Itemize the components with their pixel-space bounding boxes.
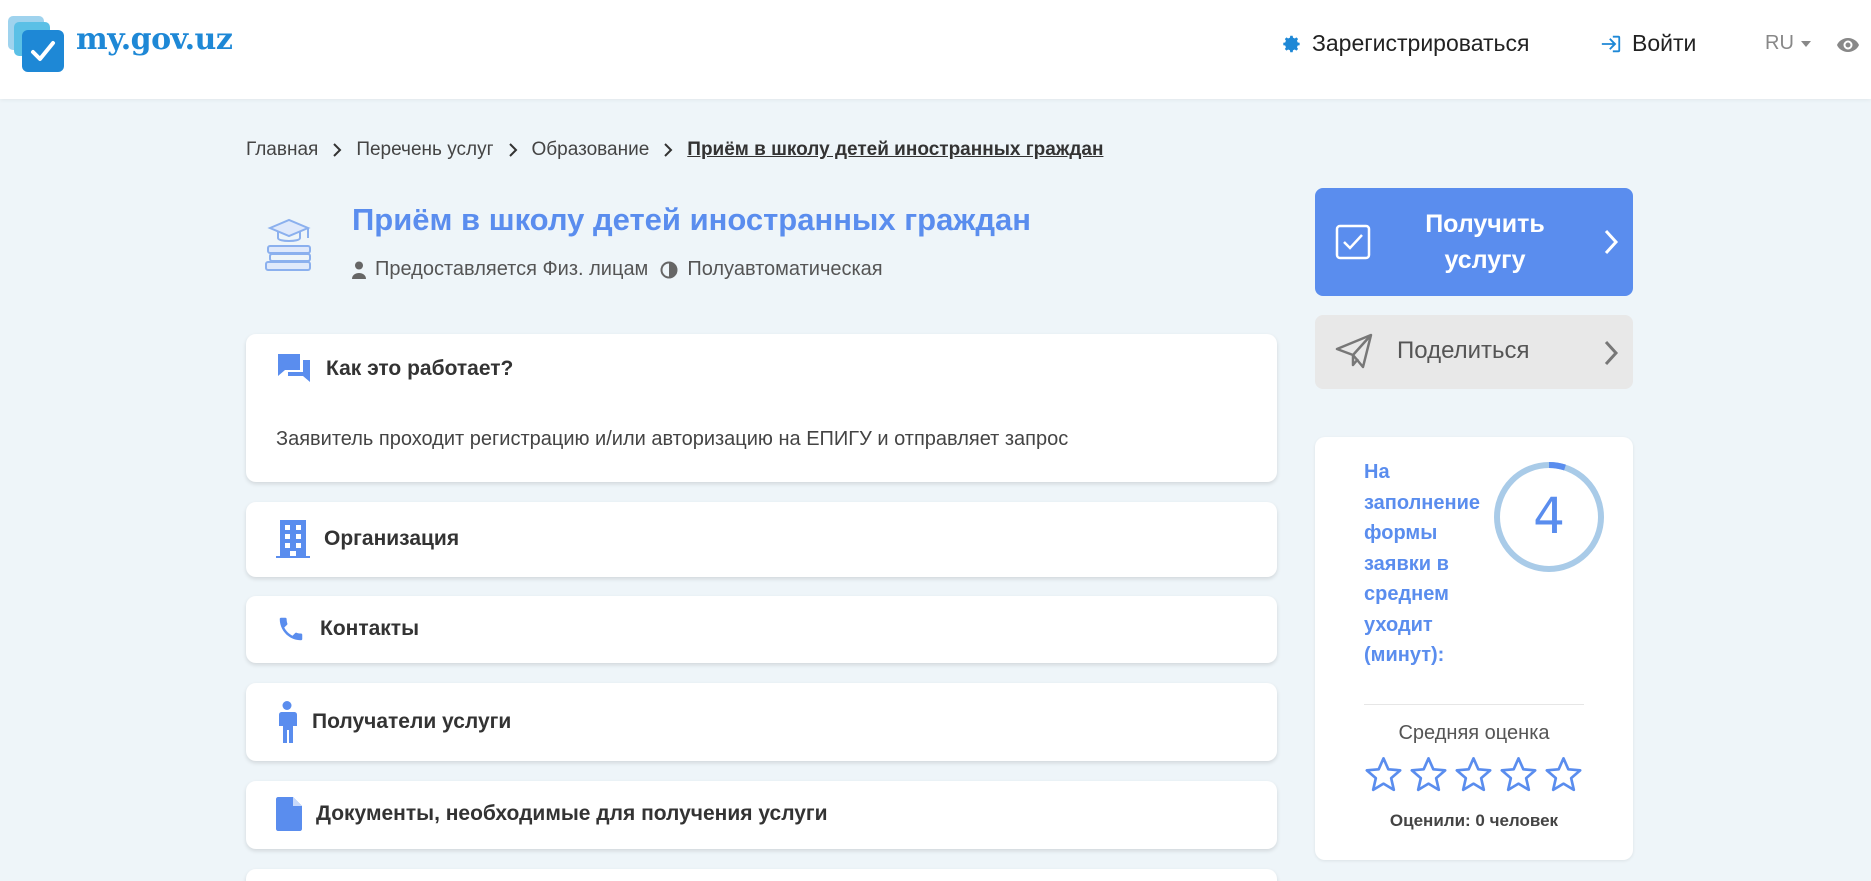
phone-icon — [276, 614, 306, 644]
section-title: Получатели услуги — [312, 710, 512, 733]
language-value: RU — [1765, 32, 1794, 54]
star-icon[interactable] — [1498, 755, 1539, 795]
site-header: my.gov.uz Зарегистрироваться Войти RU — [0, 0, 1871, 99]
person-icon — [276, 701, 298, 743]
gear-icon — [1280, 33, 1302, 55]
section-contacts[interactable]: Контакты — [246, 596, 1277, 663]
breadcrumb-item-education[interactable]: Образование — [532, 139, 650, 161]
chevron-right-icon — [663, 143, 673, 157]
section-body: Заявитель проходит регистрацию и/или авт… — [276, 428, 1069, 450]
logo-check-icon — [8, 16, 68, 76]
graduation-books-icon — [262, 216, 316, 277]
breadcrumb-item-services[interactable]: Перечень услуг — [356, 139, 493, 161]
language-select[interactable]: RU — [1765, 32, 1811, 55]
chevron-right-icon — [1603, 228, 1619, 261]
share-label: Поделиться — [1397, 337, 1530, 364]
service-mode-text: Полуавтоматическая — [687, 258, 883, 280]
star-icon[interactable] — [1453, 755, 1494, 795]
site-logo[interactable]: my.gov.uz — [8, 16, 233, 76]
section-title: Контакты — [320, 617, 420, 640]
section-how-it-works[interactable]: Как это работает? Заявитель проходит рег… — [246, 334, 1277, 482]
document-icon — [276, 797, 302, 831]
logo-text: my.gov.uz — [76, 21, 233, 57]
get-service-label: Получить услугу — [1425, 210, 1545, 274]
get-service-button[interactable]: Получить услугу — [1315, 188, 1633, 296]
section-next[interactable] — [246, 869, 1277, 881]
divider — [1364, 704, 1584, 705]
breadcrumb: Главная Перечень услуг Образование Приём… — [246, 139, 1103, 161]
building-icon — [276, 520, 310, 558]
section-title: Как это работает? — [326, 357, 514, 380]
checkbox-icon — [1335, 224, 1371, 265]
fill-time-label: На заполнение формы заявки в среднем ухо… — [1364, 461, 1481, 666]
chevron-right-icon — [332, 143, 342, 157]
avg-rating-label: Средняя оценка — [1398, 722, 1550, 744]
breadcrumb-item-home[interactable]: Главная — [246, 139, 318, 161]
fill-time-ring: 4 — [1491, 459, 1607, 580]
chat-icon — [276, 352, 312, 386]
user-icon — [352, 261, 366, 279]
section-organization[interactable]: Организация — [246, 502, 1277, 577]
provided-for-text: Предоставляется Физ. лицам — [375, 258, 649, 280]
service-stats-panel: На заполнение формы заявки в среднем ухо… — [1315, 437, 1633, 860]
chevron-right-icon — [1603, 339, 1619, 372]
login-label: Войти — [1632, 30, 1697, 56]
section-title: Организация — [324, 527, 460, 550]
section-documents[interactable]: Документы, необходимые для получения усл… — [246, 781, 1277, 849]
star-icon[interactable] — [1408, 755, 1449, 795]
service-meta: Предоставляется Физ. лицам Полуавтоматич… — [352, 258, 895, 281]
rated-count: Оценили: 0 человек — [1389, 811, 1559, 830]
share-button[interactable]: Поделиться — [1315, 315, 1633, 389]
star-icon[interactable] — [1543, 755, 1584, 795]
star-icon[interactable] — [1363, 755, 1404, 795]
register-link[interactable]: Зарегистрироваться — [1280, 30, 1529, 57]
register-label: Зарегистрироваться — [1312, 30, 1530, 56]
sign-in-icon — [1600, 33, 1622, 55]
chevron-right-icon — [508, 143, 518, 157]
section-title: Документы, необходимые для получения усл… — [316, 802, 828, 825]
rating-stars[interactable] — [1363, 755, 1588, 795]
paper-plane-icon — [1335, 333, 1373, 374]
page-title: Приём в школу детей иностранных граждан — [352, 202, 1031, 237]
section-recipients[interactable]: Получатели услуги — [246, 683, 1277, 761]
eye-icon[interactable] — [1836, 36, 1860, 59]
breadcrumb-current[interactable]: Приём в школу детей иностранных граждан — [687, 139, 1103, 161]
caret-down-icon — [1800, 40, 1811, 47]
login-link[interactable]: Войти — [1600, 30, 1696, 57]
half-circle-icon — [660, 261, 678, 279]
fill-time-value: 4 — [1533, 487, 1565, 545]
